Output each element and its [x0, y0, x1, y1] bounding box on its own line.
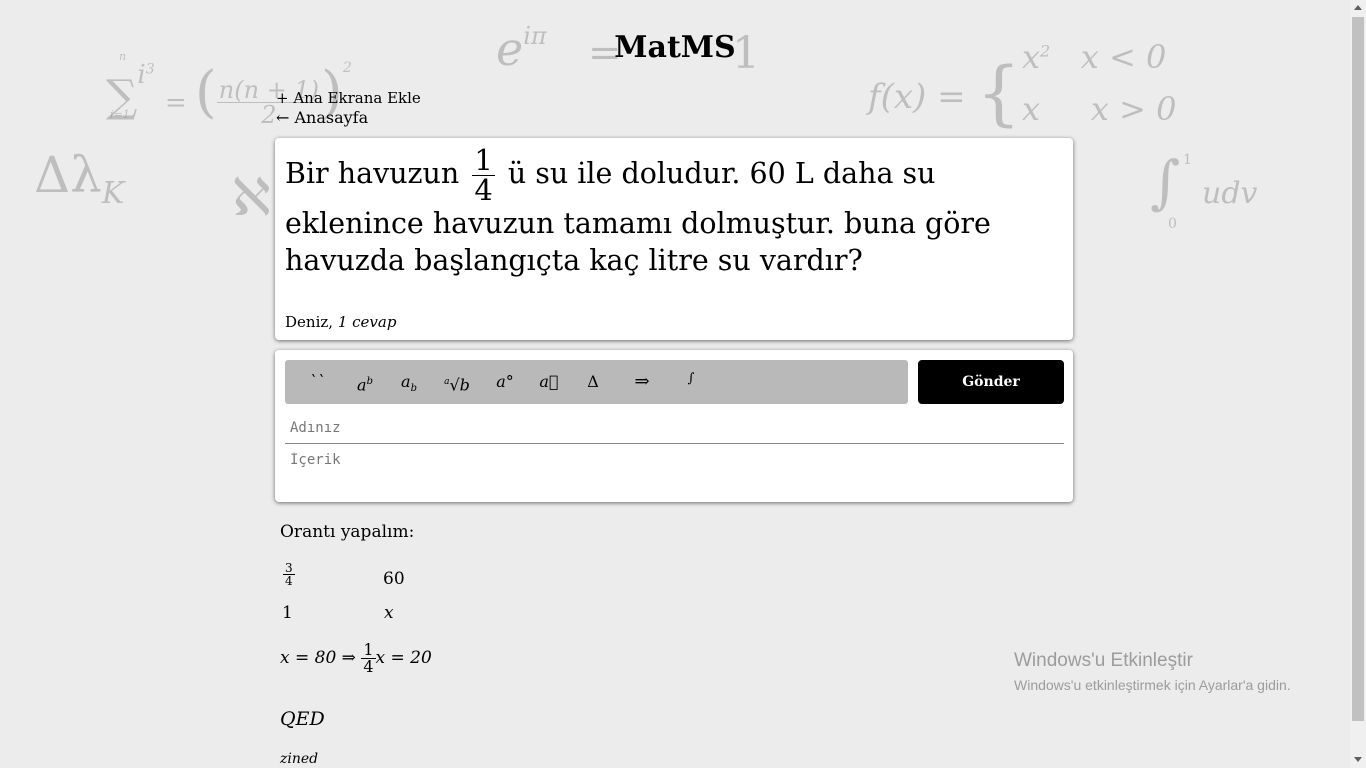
- integral-upper: 1: [1183, 152, 1192, 168]
- name-input[interactable]: [285, 412, 1064, 444]
- question-author: Deniz,: [285, 313, 338, 331]
- site-title[interactable]: MatMS: [0, 30, 1350, 65]
- question-text-start: Bir havuzun: [285, 157, 460, 190]
- equation-part2: x = 20: [375, 648, 432, 668]
- delta-lambda-formula: ΔλK: [34, 146, 125, 211]
- answer-equation: x = 80 ⇒ 14x = 20: [280, 642, 432, 675]
- degree-button[interactable]: a°: [491, 360, 519, 404]
- send-button[interactable]: Gönder: [918, 360, 1064, 404]
- integral-button[interactable]: ∫: [681, 360, 701, 404]
- question-text: Bir havuzun 14 ü su ile doludur. 60 L da…: [285, 146, 1063, 279]
- answer-form: `` ab ab a√b a° a⃗ Δ ⇒ ∫ Gönder: [275, 350, 1073, 502]
- aleph-symbol: ℵ: [232, 168, 271, 228]
- fraction-denominator: 4: [474, 173, 493, 207]
- question-card: Bir havuzun 14 ü su ile doludur. 60 L da…: [275, 138, 1073, 340]
- ratio-value: 60: [383, 569, 405, 589]
- equation-part1: x = 80 ⇒: [280, 648, 362, 668]
- math-toolbar: `` ab ab a√b a° a⃗ Δ ⇒ ∫: [285, 360, 908, 404]
- page-scrollbar[interactable]: [1350, 0, 1366, 768]
- scrollbar-thumb[interactable]: [1352, 17, 1364, 721]
- question-meta: Deniz, 1 cevap: [285, 313, 396, 331]
- fraction-numerator: 1: [472, 143, 495, 177]
- equation-denominator: 4: [363, 657, 374, 676]
- ratio-fraction: 34: [283, 562, 295, 587]
- code-button[interactable]: ``: [303, 360, 331, 404]
- piecewise-row2: x x > 0: [1022, 90, 1177, 128]
- vector-button[interactable]: a⃗: [537, 360, 561, 404]
- integral-body: udv: [1202, 176, 1258, 211]
- ratio-one: 1: [282, 603, 293, 623]
- activation-watermark-title: Windows'u Etkinleştir: [1014, 650, 1193, 671]
- content-input[interactable]: [285, 448, 1064, 472]
- answer-count: 1 cevap: [337, 313, 397, 331]
- subscript-button[interactable]: ab: [395, 360, 423, 404]
- root-button[interactable]: a√b: [443, 360, 471, 404]
- superscript-button[interactable]: ab: [351, 360, 379, 404]
- activation-watermark-subtitle: Windows'u etkinleştirmek için Ayarlar'a …: [1014, 677, 1291, 693]
- answer-author: zined: [280, 751, 319, 767]
- sum-lower: i=1: [110, 108, 130, 121]
- question-fraction: 14: [472, 143, 495, 207]
- scroll-up-icon[interactable]: [1354, 5, 1362, 10]
- answer-intro: Orantı yapalım:: [280, 522, 415, 542]
- add-to-home-link[interactable]: + Ana Ekrana Ekle: [276, 89, 421, 107]
- ratio-denominator: 4: [285, 574, 293, 588]
- delta-button[interactable]: Δ: [581, 360, 605, 404]
- home-link[interactable]: ← Anasayfa: [276, 108, 368, 127]
- piecewise-lhs: f(x) = {: [868, 52, 1021, 134]
- scroll-down-icon[interactable]: [1354, 757, 1362, 762]
- integral-symbol: ∫: [1150, 148, 1181, 216]
- ratio-unknown: x: [384, 603, 394, 623]
- integral-lower: 0: [1168, 216, 1177, 232]
- implies-button[interactable]: ⇒: [627, 360, 657, 404]
- qed-text: QED: [280, 708, 325, 730]
